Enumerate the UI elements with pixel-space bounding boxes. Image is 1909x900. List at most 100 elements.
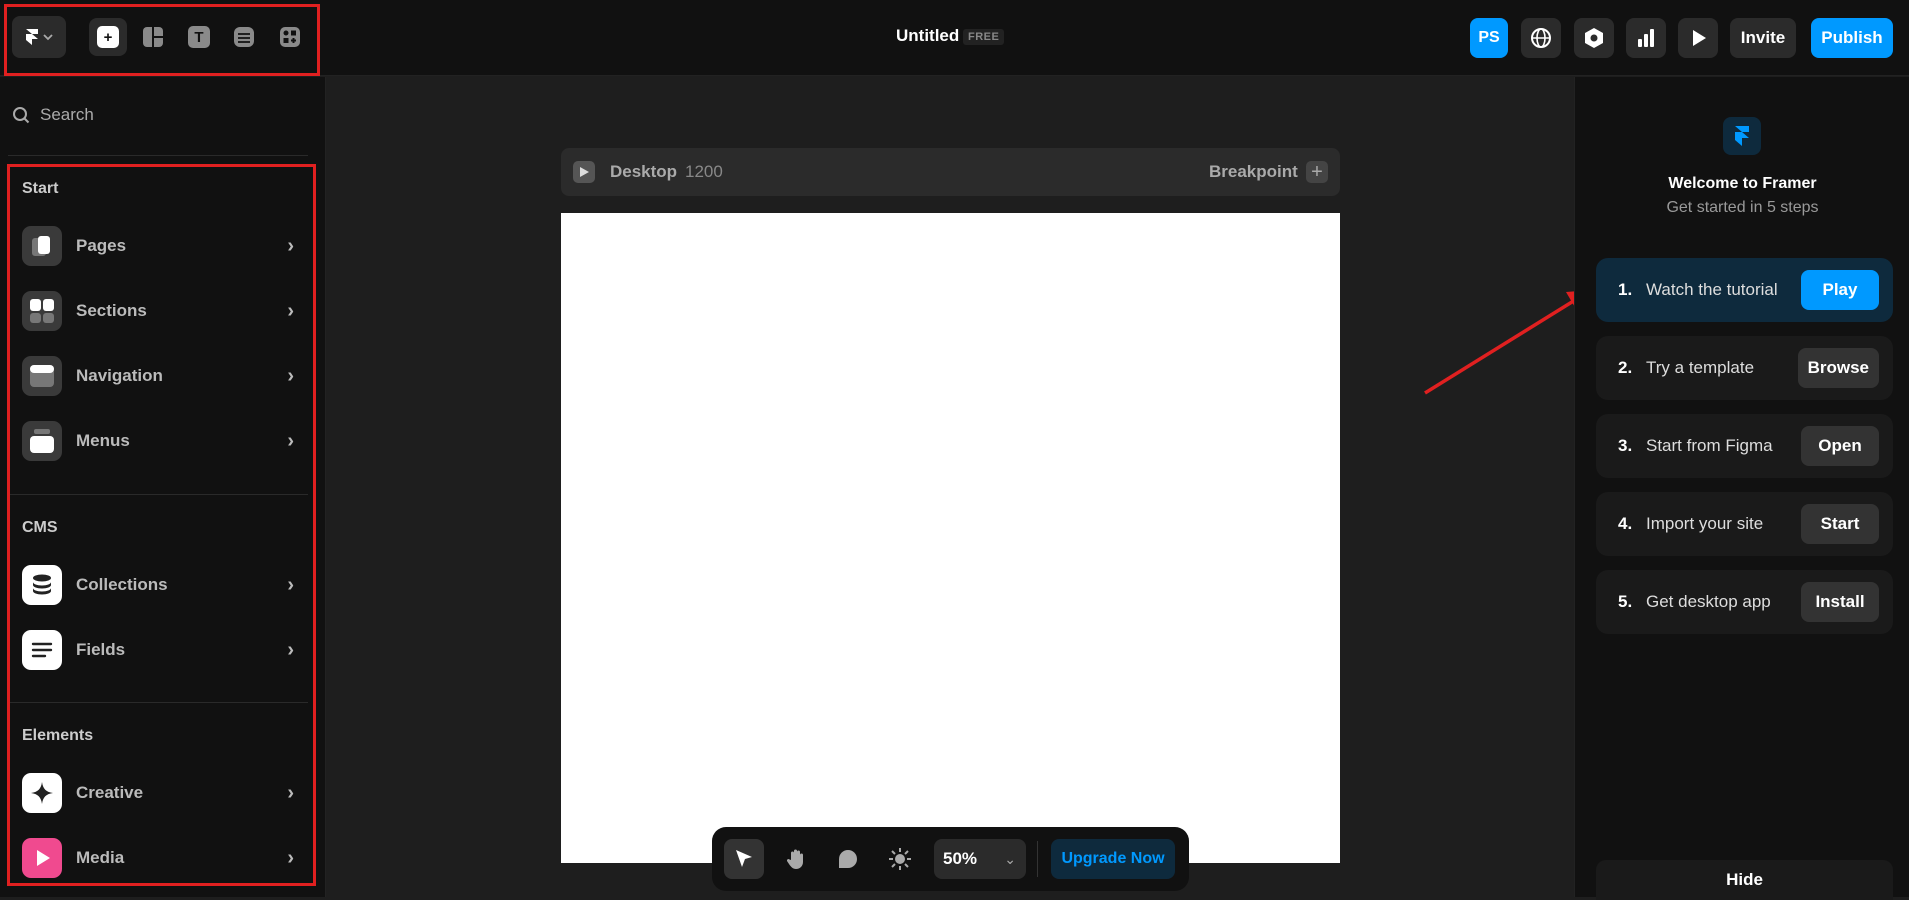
canvas-toolbar: 50% ⌄ Upgrade Now [712, 827, 1189, 891]
site-settings-button[interactable] [1521, 18, 1561, 58]
components-icon [280, 27, 300, 47]
step-label: Import your site [1646, 514, 1764, 533]
add-breakpoint-button[interactable]: + [1306, 161, 1328, 183]
text-button[interactable]: T [180, 18, 218, 56]
database-icon [22, 565, 62, 605]
search-field[interactable]: Search [12, 105, 94, 125]
select-tool[interactable] [724, 839, 764, 879]
pages-icon [22, 226, 62, 266]
globe-icon [1531, 28, 1551, 48]
play-icon [1693, 30, 1706, 46]
start-import-button[interactable]: Start [1801, 504, 1879, 544]
sidebar-item-label: Media [76, 848, 125, 867]
step-label: Get desktop app [1646, 592, 1771, 611]
divider [8, 702, 308, 703]
theme-toggle[interactable] [880, 839, 920, 879]
breakpoint-label[interactable]: Breakpoint [1209, 162, 1298, 182]
chevron-right-icon: › [287, 429, 294, 452]
chevron-right-icon: › [287, 781, 294, 804]
avatar[interactable]: PS [1470, 18, 1508, 58]
divider [8, 494, 308, 495]
step-start-figma: 3. Start from Figma Open [1596, 414, 1893, 478]
step-number: 1. [1618, 280, 1633, 299]
welcome-subtitle: Get started in 5 steps [1666, 199, 1819, 216]
section-title-elements: Elements [22, 727, 94, 744]
sidebar-item-sections[interactable]: Sections › [22, 291, 294, 331]
chevron-right-icon: › [287, 638, 294, 661]
chevron-right-icon: › [287, 846, 294, 869]
sidebar-item-media[interactable]: Media › [22, 838, 294, 878]
annotation-arrow [1424, 290, 1592, 395]
cms-button[interactable] [225, 18, 263, 56]
layout-button[interactable] [134, 18, 172, 56]
step-number: 5. [1618, 592, 1633, 611]
invite-button[interactable]: Invite [1730, 18, 1796, 58]
step-number: 2. [1618, 358, 1633, 377]
settings-button[interactable] [1574, 18, 1614, 58]
sidebar-item-collections[interactable]: Collections › [22, 565, 294, 605]
sidebar-item-label: Fields [76, 640, 126, 659]
framer-logo [1723, 117, 1761, 155]
insert-button[interactable]: + [89, 18, 127, 56]
play-tutorial-button[interactable]: Play [1801, 270, 1879, 310]
sidebar-item-label: Sections [76, 301, 147, 320]
breakpoint-bar: Desktop 1200 Breakpoint + [561, 148, 1340, 196]
sidebar-item-navigation[interactable]: Navigation › [22, 356, 294, 396]
step-label: Try a template [1646, 358, 1755, 377]
navigation-icon [22, 356, 62, 396]
open-figma-button[interactable]: Open [1801, 426, 1879, 466]
hide-panel-button[interactable]: Hide [1596, 860, 1893, 900]
step-label: Start from Figma [1646, 436, 1773, 455]
chevron-right-icon: › [287, 364, 294, 387]
publish-button[interactable]: Publish [1811, 18, 1893, 58]
project-title[interactable]: Untitled [896, 26, 959, 46]
top-bar: + T Untitled FREE PS Invite Publish [0, 0, 1909, 76]
sun-icon [889, 848, 911, 870]
menus-icon [22, 421, 62, 461]
breakpoint-name[interactable]: Desktop [610, 162, 677, 182]
sidebar-item-creative[interactable]: Creative › [22, 773, 294, 813]
desktop-artboard[interactable] [561, 213, 1340, 863]
preview-play-button[interactable] [573, 161, 595, 183]
step-watch-tutorial: 1. Watch the tutorial Play [1596, 258, 1893, 322]
comment-tool[interactable] [828, 839, 868, 879]
hexagon-icon [1585, 28, 1603, 48]
sidebar-item-label: Menus [76, 431, 130, 450]
browse-templates-button[interactable]: Browse [1797, 348, 1879, 388]
sidebar-item-fields[interactable]: Fields › [22, 630, 294, 670]
section-title-cms: CMS [22, 519, 58, 536]
section-title-start: Start [22, 180, 59, 197]
step-number: 3. [1618, 436, 1633, 455]
analytics-button[interactable] [1626, 18, 1666, 58]
fields-icon [22, 630, 62, 670]
sidebar-item-label: Pages [76, 236, 127, 255]
framer-menu-button[interactable] [12, 16, 66, 58]
layout-icon [143, 27, 163, 47]
search-icon [13, 107, 30, 124]
step-label: Watch the tutorial [1646, 280, 1778, 299]
media-play-icon [22, 838, 62, 878]
sidebar-item-label: Collections [76, 575, 168, 594]
chevron-right-icon: › [287, 234, 294, 257]
upgrade-button[interactable]: Upgrade Now [1051, 839, 1175, 879]
hand-tool[interactable] [776, 839, 816, 879]
components-button[interactable] [271, 18, 309, 56]
toolbar-divider [1037, 841, 1038, 877]
preview-button[interactable] [1678, 18, 1718, 58]
zoom-value: 50% [943, 849, 978, 868]
sidebar-item-label: Creative [76, 783, 144, 802]
search-placeholder: Search [40, 105, 94, 124]
sidebar-item-pages[interactable]: Pages › [22, 226, 294, 266]
zoom-select[interactable]: 50% ⌄ [934, 839, 1026, 879]
plan-badge: FREE [963, 29, 1005, 45]
plus-icon: + [1311, 160, 1323, 183]
step-desktop-app: 5. Get desktop app Install [1596, 570, 1893, 634]
plus-icon: + [97, 26, 119, 48]
bar-chart-icon [1638, 29, 1654, 47]
welcome-panel: Welcome to Framer Get started in 5 steps… [1574, 77, 1909, 900]
install-app-button[interactable]: Install [1801, 582, 1879, 622]
step-import-site: 4. Import your site Start [1596, 492, 1893, 556]
divider [8, 155, 308, 156]
framer-logo-icon [26, 29, 53, 45]
sidebar-item-menus[interactable]: Menus › [22, 421, 294, 461]
